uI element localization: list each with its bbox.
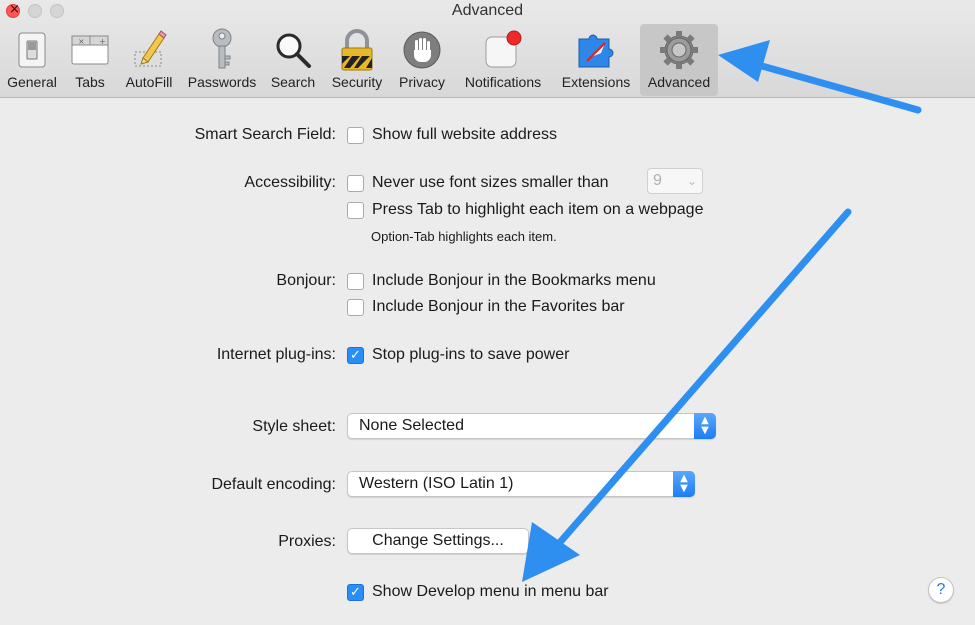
tab-tabs[interactable]: × + Tabs	[66, 24, 114, 96]
bonjour-favorites-checkbox[interactable]	[347, 298, 364, 316]
bonjour-bookmarks-label: Include Bonjour in the Bookmarks menu	[372, 272, 656, 289]
tab-notifications[interactable]: Notifications	[455, 24, 551, 96]
show-full-address-option[interactable]: Show full website address	[347, 126, 557, 144]
svg-text:×: ×	[78, 37, 85, 46]
chevron-down-icon: ⌄	[686, 174, 697, 188]
bonjour-label: Bonjour:	[276, 272, 336, 289]
notification-badge-icon	[480, 28, 526, 72]
magnifier-icon	[270, 28, 316, 72]
proxies-label: Proxies:	[278, 533, 336, 550]
bonjour-bookmarks-option[interactable]: Include Bonjour in the Bookmarks menu	[347, 272, 656, 290]
tab-highlight-option[interactable]: Press Tab to highlight each item on a we…	[347, 201, 703, 219]
show-develop-menu-checkbox[interactable]: ✓	[347, 583, 364, 601]
tab-extensions[interactable]: Extensions	[555, 24, 637, 96]
min-font-size-checkbox[interactable]	[347, 174, 364, 192]
show-develop-menu-label: Show Develop menu in menu bar	[372, 583, 609, 600]
arrow-to-develop-menu	[522, 208, 852, 582]
internet-plugins-label: Internet plug-ins:	[216, 346, 336, 363]
general-switch-icon	[9, 28, 55, 72]
style-sheet-popup[interactable]: None Selected ▲ ▼	[347, 413, 716, 439]
up-down-chevron-icon: ▲ ▼	[694, 413, 716, 439]
accessibility-label: Accessibility:	[244, 174, 336, 191]
tab-advanced[interactable]: Advanced	[640, 24, 718, 96]
tab-search[interactable]: Search	[265, 24, 321, 96]
tab-highlight-label: Press Tab to highlight each item on a we…	[372, 201, 704, 218]
padlock-icon	[334, 28, 380, 72]
puzzle-compass-icon	[573, 28, 619, 72]
min-font-size-label: Never use font sizes smaller than	[372, 174, 609, 191]
default-encoding-label: Default encoding:	[211, 476, 336, 493]
tab-general[interactable]: General	[2, 24, 62, 96]
hand-icon	[399, 28, 445, 72]
pencil-icon	[126, 28, 172, 72]
window-title: Advanced	[451, 2, 524, 19]
style-sheet-value: None Selected	[359, 417, 464, 434]
tabs-icon: × +	[67, 28, 113, 72]
stop-plugins-label: Stop plug-ins to save power	[372, 346, 570, 363]
change-settings-button[interactable]: Change Settings...	[347, 528, 529, 554]
key-icon	[199, 28, 245, 72]
help-button[interactable]: ?	[928, 577, 954, 603]
show-full-address-label: Show full website address	[372, 126, 557, 143]
tab-passwords[interactable]: Passwords	[183, 24, 261, 96]
default-encoding-value: Western (ISO Latin 1)	[359, 475, 514, 492]
stop-plugins-option[interactable]: ✓ Stop plug-ins to save power	[347, 346, 569, 364]
toolbar: Advanced General	[0, 0, 975, 98]
tab-security[interactable]: Security	[326, 24, 388, 96]
default-encoding-popup[interactable]: Western (ISO Latin 1) ▲ ▼	[347, 471, 695, 497]
preferences-window: Advanced General	[0, 0, 975, 625]
show-develop-menu-option[interactable]: ✓ Show Develop menu in menu bar	[347, 583, 609, 601]
min-font-size-option[interactable]: Never use font sizes smaller than	[347, 174, 609, 192]
up-down-chevron-icon: ▲ ▼	[673, 471, 695, 497]
min-font-size-value: 9	[653, 172, 662, 189]
svg-text:+: +	[99, 37, 106, 46]
style-sheet-label: Style sheet:	[252, 418, 336, 435]
tab-privacy[interactable]: Privacy	[393, 24, 451, 96]
bonjour-bookmarks-checkbox[interactable]	[347, 272, 364, 290]
smart-search-label: Smart Search Field:	[194, 126, 336, 143]
min-font-size-select[interactable]: 9 ⌄	[647, 168, 703, 194]
bonjour-favorites-label: Include Bonjour in the Favorites bar	[372, 298, 625, 315]
show-full-address-checkbox[interactable]	[347, 126, 364, 144]
option-tab-note: Option-Tab highlights each item.	[371, 229, 557, 244]
gear-icon	[656, 28, 702, 72]
stop-plugins-checkbox[interactable]: ✓	[347, 346, 364, 364]
tab-highlight-checkbox[interactable]	[347, 201, 364, 219]
bonjour-favorites-option[interactable]: Include Bonjour in the Favorites bar	[347, 298, 625, 316]
tab-autofill[interactable]: AutoFill	[118, 24, 180, 96]
